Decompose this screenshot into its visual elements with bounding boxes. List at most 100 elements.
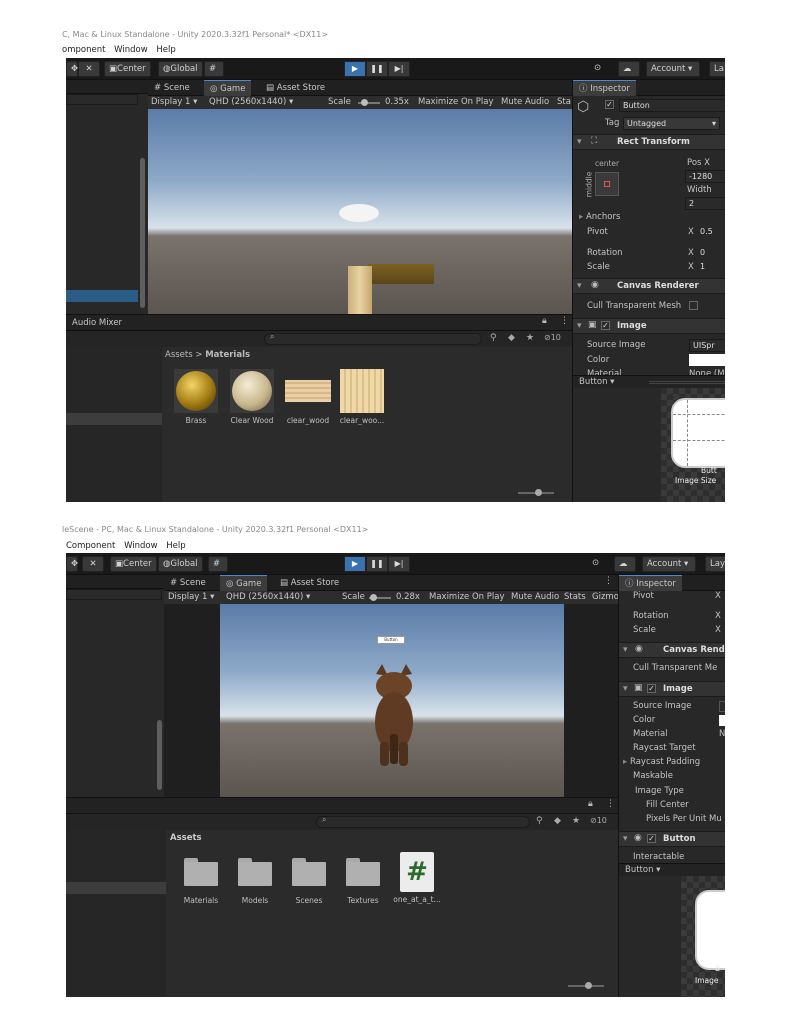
tab-game[interactable]: ◎ Game [220,575,268,591]
tab-scene[interactable]: # Scene [148,80,196,96]
global-button[interactable]: ◍Global [158,556,203,572]
image-header[interactable]: ▾ ▣ ✓ Image [619,681,725,697]
cloud-icon[interactable]: ☁ [614,556,636,572]
lock-icon[interactable]: 🔒︎ [542,316,547,326]
rect-transform-header[interactable]: ▾ ⛶ Rect Transform [573,134,725,150]
game-viewport[interactable]: Button [220,604,564,797]
tab-audio-mixer[interactable]: Audio Mixer [66,315,128,331]
canvas-renderer-header[interactable]: ▾ ◉ Canvas Render [619,642,725,658]
tab-game[interactable]: ◎ Game [204,80,252,96]
hidden-count[interactable]: ⊘10 [544,333,561,342]
pivot-center-button[interactable]: ▣Center [104,61,151,77]
global-button[interactable]: ◍Global [158,61,203,77]
hierarchy-search[interactable] [66,94,138,105]
account-dropdown[interactable]: Account ▾ [646,61,700,77]
hierarchy-selected-row[interactable] [66,290,138,302]
tab-asset-store[interactable]: ▤ Asset Store [274,575,345,591]
asset-clear-wood[interactable]: Clear Wood [222,369,282,425]
folder-tree-selected[interactable] [66,413,162,425]
canvas-renderer-header[interactable]: ▾ ◉ Canvas Renderer [573,278,725,294]
image-enabled-checkbox[interactable]: ✓ [601,321,610,331]
anchor-preset-button[interactable] [595,172,619,196]
hierarchy-scrollbar[interactable] [157,720,162,790]
pivot-x-field[interactable]: 0.5 [697,226,725,239]
asset-folder-models[interactable]: Models [225,858,285,905]
collab-icon[interactable]: ⊙ [590,61,605,77]
menu-window[interactable]: Window [114,45,148,55]
width-field[interactable]: 2 [685,197,725,210]
object-name-field[interactable]: Button [619,99,725,112]
step-icon[interactable]: ▶| [388,61,410,77]
display-dropdown[interactable]: Display 1 ▾ [151,95,197,109]
menu-dots-icon[interactable]: ⋮ [606,799,615,809]
mute-audio-toggle[interactable]: Mute Audio [501,95,549,109]
cloud-icon[interactable]: ☁ [618,61,640,77]
thumbnail-size-thumb[interactable] [585,982,592,989]
move-tool-icon[interactable]: ✕ [78,61,100,77]
color-swatch[interactable] [719,715,725,726]
menu-dots-icon[interactable]: ⋮ [560,316,569,326]
resolution-dropdown[interactable]: QHD (2560x1440) ▾ [209,95,293,109]
tab-asset-store[interactable]: ▤ Asset Store [260,80,331,96]
breadcrumb-materials[interactable]: Materials [205,350,250,360]
filter-type-icon[interactable]: ⚲ [490,333,497,343]
asset-folder-materials[interactable]: Materials [171,858,231,905]
stats-toggle[interactable]: Sta [557,95,571,109]
menu-dots-icon[interactable]: ⋮ [604,576,613,586]
grid-snap-icon[interactable]: # [204,61,224,77]
step-icon[interactable]: ▶| [388,556,410,572]
image-header[interactable]: ▾ ▣ ✓ Image [573,318,725,334]
pause-icon[interactable]: ❚❚ [366,556,388,572]
pause-icon[interactable]: ❚❚ [366,61,388,77]
pivot-center-button[interactable]: ▣Center [110,556,157,572]
folder-tree-selected[interactable] [66,882,166,894]
pos-x-field[interactable]: -1280 [685,170,725,183]
source-image-field[interactable] [719,701,725,712]
game-ui-button[interactable]: Button [377,636,405,644]
color-swatch[interactable] [689,354,725,366]
menu-component[interactable]: Component [66,541,115,551]
label-icon[interactable]: ◆ [554,816,561,826]
asset-folder-scenes[interactable]: Scenes [279,858,339,905]
menu-help[interactable]: Help [166,541,185,551]
move-tool-icon[interactable]: ✕ [82,556,104,572]
asset-clear-wood-2[interactable]: clear_woo... [332,369,392,425]
stats-toggle[interactable]: Stats [564,590,586,604]
star-icon[interactable]: ★ [572,816,580,826]
scale-slider-thumb[interactable] [361,99,368,106]
button-component-header[interactable]: ▾ ◉ ✓ Button [619,831,725,847]
scale-x-field[interactable]: 1 [697,261,725,274]
account-dropdown[interactable]: Account ▾ [642,556,696,572]
hierarchy-scrollbar[interactable] [140,158,145,308]
anchors-foldout[interactable]: ▸ Anchors [579,212,620,222]
search-input[interactable]: ⌕ [264,332,482,345]
hidden-count[interactable]: ⊘10 [590,816,607,825]
tab-inspector[interactable]: ⓘ Inspector [573,80,636,96]
gizmos-toggle[interactable]: Gizmo [592,590,619,604]
active-toggle[interactable]: ✓ [605,100,614,110]
rotation-x-field[interactable]: 0 [697,247,725,260]
tab-scene[interactable]: # Scene [164,575,212,591]
play-icon[interactable]: ▶ [344,556,366,572]
asset-folder-textures[interactable]: Textures [333,858,393,905]
preview-header[interactable]: Button ▾ [619,863,725,876]
tag-dropdown[interactable]: Untagged ▾ [623,117,720,130]
tab-inspector[interactable]: ⓘ Inspector [619,575,682,591]
collab-icon[interactable]: ⊙ [588,556,603,572]
menu-window[interactable]: Window [124,541,158,551]
thumbnail-size-thumb[interactable] [535,489,542,496]
layers-dropdown[interactable]: La [709,61,725,77]
star-icon[interactable]: ★ [526,333,534,343]
source-image-field[interactable]: UISpr [689,339,725,352]
asset-brass[interactable]: Brass [166,369,226,425]
raycast-padding-foldout[interactable]: ▸ Raycast Padding [623,757,700,767]
label-icon[interactable]: ◆ [508,333,515,343]
menu-component[interactable]: omponent [62,45,105,55]
hierarchy-search[interactable] [66,589,162,600]
layers-dropdown[interactable]: Lay [705,556,725,572]
grid-snap-icon[interactable]: # [208,556,228,572]
button-enabled-checkbox[interactable]: ✓ [647,834,656,844]
display-dropdown[interactable]: Display 1 ▾ [168,590,214,604]
hand-tool-icon[interactable]: ✥ [66,556,78,572]
maximize-on-play-toggle[interactable]: Maximize On Play [418,95,493,109]
